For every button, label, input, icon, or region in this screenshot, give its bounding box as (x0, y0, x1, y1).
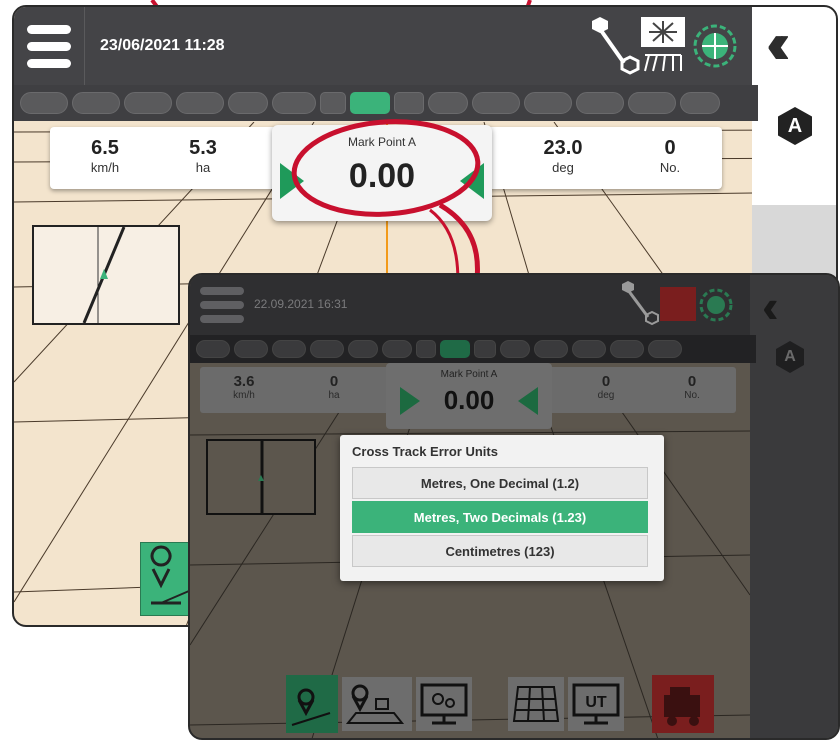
option-metres-one-decimal[interactable]: Metres, One Decimal (1.2) (352, 467, 648, 499)
menu-button[interactable] (200, 287, 244, 323)
svg-text:UT: UT (585, 694, 607, 711)
stat-value: 0 (601, 373, 611, 390)
implement-icon (622, 281, 659, 326)
stat-value: 3.6 (233, 373, 255, 390)
cross-track-units-dialog: Cross Track Error Units Metres, One Deci… (340, 435, 664, 581)
job-setup-button[interactable] (342, 677, 412, 731)
stat-unit: km/h (233, 390, 255, 401)
section-9 (474, 340, 496, 358)
dialog-title: Cross Track Error Units (352, 444, 498, 459)
gnss-globe-icon (699, 288, 733, 322)
section-8-active (440, 340, 470, 358)
section-2 (234, 340, 268, 358)
universal-terminal-button[interactable]: UT (568, 677, 624, 731)
machine-button[interactable] (652, 675, 714, 733)
datetime-label: 22.09.2021 16:31 (254, 297, 348, 311)
monitor-gears-icon (420, 683, 468, 725)
section-3 (272, 340, 306, 358)
section-4 (310, 340, 344, 358)
guideline-label: Mark Point A (440, 369, 498, 380)
stat-value: 0 (329, 373, 339, 390)
section-10 (500, 340, 530, 358)
ut-monitor-icon: UT (572, 683, 620, 725)
section-7 (416, 340, 436, 358)
count-stat[interactable]: 0 No. (662, 373, 722, 401)
mini-map-track (258, 441, 264, 513)
machine-icon (664, 687, 700, 726)
field-grid-icon (512, 686, 560, 722)
section-5 (348, 340, 378, 358)
stat-unit: deg (597, 390, 615, 401)
section-1 (196, 340, 230, 358)
guidance-mode-badge: A (776, 341, 804, 373)
section-12 (572, 340, 606, 358)
section-6 (382, 340, 412, 358)
stat-unit: ha (328, 390, 340, 401)
field-map-button[interactable] (508, 677, 564, 731)
front-screen: 22.09.2021 16:31 ‹‹ A 3.6 km/h 0 ha 0 de… (188, 273, 840, 740)
top-bar: 22.09.2021 16:31 (190, 275, 750, 335)
option-centimetres[interactable]: Centimetres (123) (352, 535, 648, 567)
area-stat[interactable]: 0 ha (304, 373, 364, 401)
double-chevron-left-icon[interactable]: ‹‹ (762, 277, 777, 335)
boom-status-icon (660, 287, 696, 321)
map-pin-icon (291, 688, 331, 726)
stat-unit: No. (684, 390, 700, 401)
system-setup-button[interactable] (416, 677, 472, 731)
cross-track-error-box[interactable]: Mark Point A 0.00 (386, 363, 552, 429)
stat-value: 0 (687, 373, 697, 390)
section-14 (648, 340, 682, 358)
side-panel: ‹‹ A (750, 275, 838, 738)
mark-point-button[interactable] (286, 675, 338, 733)
section-11 (534, 340, 568, 358)
field-pin-icon (345, 684, 405, 724)
option-metres-two-decimals[interactable]: Metres, Two Decimals (1.23) (352, 501, 648, 533)
steer-left-arrow-icon (518, 387, 538, 415)
heading-stat[interactable]: 0 deg (576, 373, 636, 401)
section-bar (190, 335, 756, 363)
mini-map[interactable] (206, 439, 316, 515)
speed-stat[interactable]: 3.6 km/h (214, 373, 274, 401)
section-13 (610, 340, 644, 358)
